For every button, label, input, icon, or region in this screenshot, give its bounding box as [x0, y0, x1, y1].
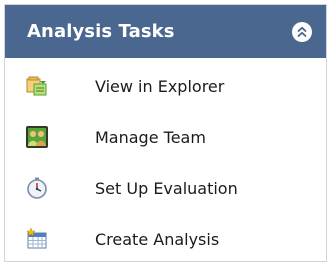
panel-header: Analysis Tasks: [5, 5, 326, 58]
team-icon: [25, 125, 49, 149]
task-set-up-evaluation[interactable]: Set Up Evaluation: [25, 173, 238, 203]
analysis-tasks-panel: Analysis Tasks View in Explorer Manage T…: [4, 4, 327, 262]
task-create-analysis[interactable]: Create Analysis: [25, 224, 219, 254]
task-view-in-explorer[interactable]: View in Explorer: [25, 71, 224, 101]
task-label: Set Up Evaluation: [95, 178, 238, 198]
explorer-icon: [25, 74, 49, 98]
task-label: View in Explorer: [95, 76, 225, 96]
panel-title: Analysis Tasks: [27, 21, 175, 42]
stopwatch-icon: [25, 176, 49, 200]
task-label: Manage Team: [95, 127, 206, 147]
collapse-button[interactable]: [292, 21, 312, 42]
task-manage-team[interactable]: Manage Team: [25, 122, 206, 152]
calendar-icon: [25, 227, 49, 251]
double-chevron-up-icon: [297, 26, 307, 37]
task-label: Create Analysis: [95, 229, 220, 249]
